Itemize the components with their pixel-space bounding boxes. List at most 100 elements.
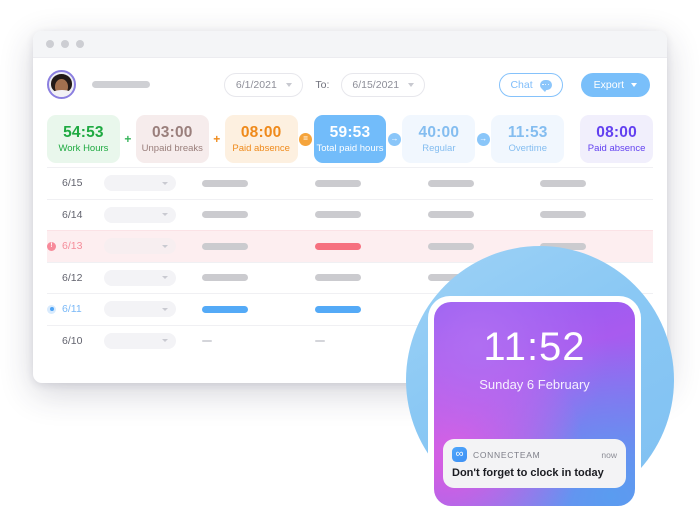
stat-card-paid-absence[interactable]: 08:00 Paid absence [224,115,298,163]
window-titlebar [33,31,667,58]
row-date: 6/13 [62,240,83,253]
operator-arrow-icon: → [386,132,402,146]
row-cell-2 [314,305,428,313]
stat-value: 08:00 [240,124,282,141]
stat-label: Work Hours [58,143,109,154]
chevron-down-icon [162,244,168,248]
row-status-icon-slot: ! [47,241,62,251]
chevron-down-icon [285,82,292,87]
stat-label: Paid absence [587,143,646,154]
chevron-down-icon [162,181,168,185]
connecteam-logo-icon: ∞ [452,447,467,462]
row-cell-1 [202,340,315,342]
row-cell-1 [202,274,315,282]
row-date: 6/12 [62,271,83,284]
chat-button-label: Chat [510,78,533,91]
row-cell-1 [202,179,315,187]
chevron-down-icon [631,82,637,87]
user-name-placeholder [92,81,150,88]
minimize-icon[interactable] [61,40,69,48]
alert-icon: ! [47,241,56,251]
date-to-picker[interactable]: 6/15/2021 [341,72,426,97]
to-label: To: [315,78,330,91]
operator-plus-icon: + [213,132,221,146]
notification-timestamp: now [601,449,617,460]
row-cell-1 [202,305,315,313]
row-date: 6/14 [62,208,83,221]
stat-label: Overtime [508,143,547,154]
date-from-picker[interactable]: 6/1/2021 [224,72,304,97]
row-select[interactable] [104,175,176,192]
push-notification[interactable]: ∞ CONNECTEAM now Don't forget to clock i… [443,439,626,488]
stat-card-work-hours[interactable]: 54:53 Work Hours [47,115,120,163]
empty-dash-icon [202,340,212,342]
stat-value: 40:00 [418,124,460,141]
notification-header: ∞ CONNECTEAM now [452,447,617,462]
lockscreen-date: Sunday 6 February [479,377,590,392]
chat-bubble-icon [539,79,552,92]
stat-value: 03:00 [151,124,193,141]
operator-plus-icon: + [124,132,132,146]
stat-card-overtime[interactable]: 11:53 Overtime [491,115,565,163]
stat-label: Regular [422,143,456,154]
stat-card-paid-absence-total[interactable]: 08:00 Paid absence [580,115,654,163]
row-date: 6/10 [62,334,83,347]
table-row[interactable]: 6/14 [47,198,653,231]
page-header: 6/1/2021 To: 6/15/2021 Chat Export [33,58,667,111]
row-cell-1 [202,242,315,250]
row-date: 6/15 [62,177,83,190]
row-select[interactable] [104,301,176,318]
row-cell-2 [314,179,428,187]
export-button-label: Export [593,78,624,91]
chevron-down-icon [162,276,168,280]
row-status-icon-slot [47,304,62,314]
operator-equals-icon: = [298,132,314,146]
row-cell-4 [540,179,653,187]
chevron-down-icon [162,213,168,217]
avatar-body [49,90,74,97]
chevron-down-icon [162,339,168,343]
notification-message: Don't forget to clock in today [452,467,604,479]
row-cell-3 [427,211,541,219]
stat-value: 11:53 [507,124,548,141]
row-select[interactable] [104,238,176,255]
stat-label: Total paid hours [316,143,384,154]
maximize-icon[interactable] [76,40,84,48]
stat-value: 59:53 [329,124,371,141]
stat-card-total-paid-hours[interactable]: 59:53 Total paid hours [313,115,387,163]
lockscreen-time: 11:52 [483,325,586,369]
empty-dash-icon [314,340,325,342]
stat-value: 08:00 [596,124,637,141]
operator-arrow-icon: → [475,132,491,146]
export-button[interactable]: Export [580,72,650,97]
stat-card-regular[interactable]: 40:00 Regular [402,115,476,163]
close-icon[interactable] [46,40,54,48]
stat-label: Paid absence [232,143,290,154]
screenshot-stage: 6/1/2021 To: 6/15/2021 Chat Export 54:53… [0,0,700,512]
row-cell-3 [427,179,541,187]
phone-lockscreen: 11:52 Sunday 6 February ∞ CONNECTEAM now… [434,302,635,506]
summary-stats: 54:53 Work Hours + 03:00 Unpaid breaks +… [33,111,667,167]
avatar[interactable] [47,70,76,99]
active-dot-icon [47,304,56,314]
stat-card-unpaid-breaks[interactable]: 03:00 Unpaid breaks [135,115,209,163]
chevron-down-icon [162,307,168,311]
notification-brand: CONNECTEAM [473,449,541,460]
date-from-value: 6/1/2021 [235,78,277,91]
row-cell-1 [202,211,315,219]
row-select[interactable] [104,269,176,286]
row-cell-2 [314,274,428,282]
row-cell-2 [314,211,428,219]
stat-value: 54:53 [63,124,104,141]
row-cell-2 [314,242,428,250]
chevron-down-icon [408,82,415,87]
row-cell-4 [540,211,653,219]
chat-button[interactable]: Chat [499,72,563,97]
stat-label: Unpaid breaks [141,143,203,154]
row-date: 6/11 [62,303,82,316]
row-select[interactable] [104,206,176,223]
date-to-value: 6/15/2021 [352,78,400,91]
table-row[interactable]: 6/15 [47,167,653,199]
row-select[interactable] [104,332,176,349]
phone-mockup: 11:52 Sunday 6 February ∞ CONNECTEAM now… [428,296,641,512]
